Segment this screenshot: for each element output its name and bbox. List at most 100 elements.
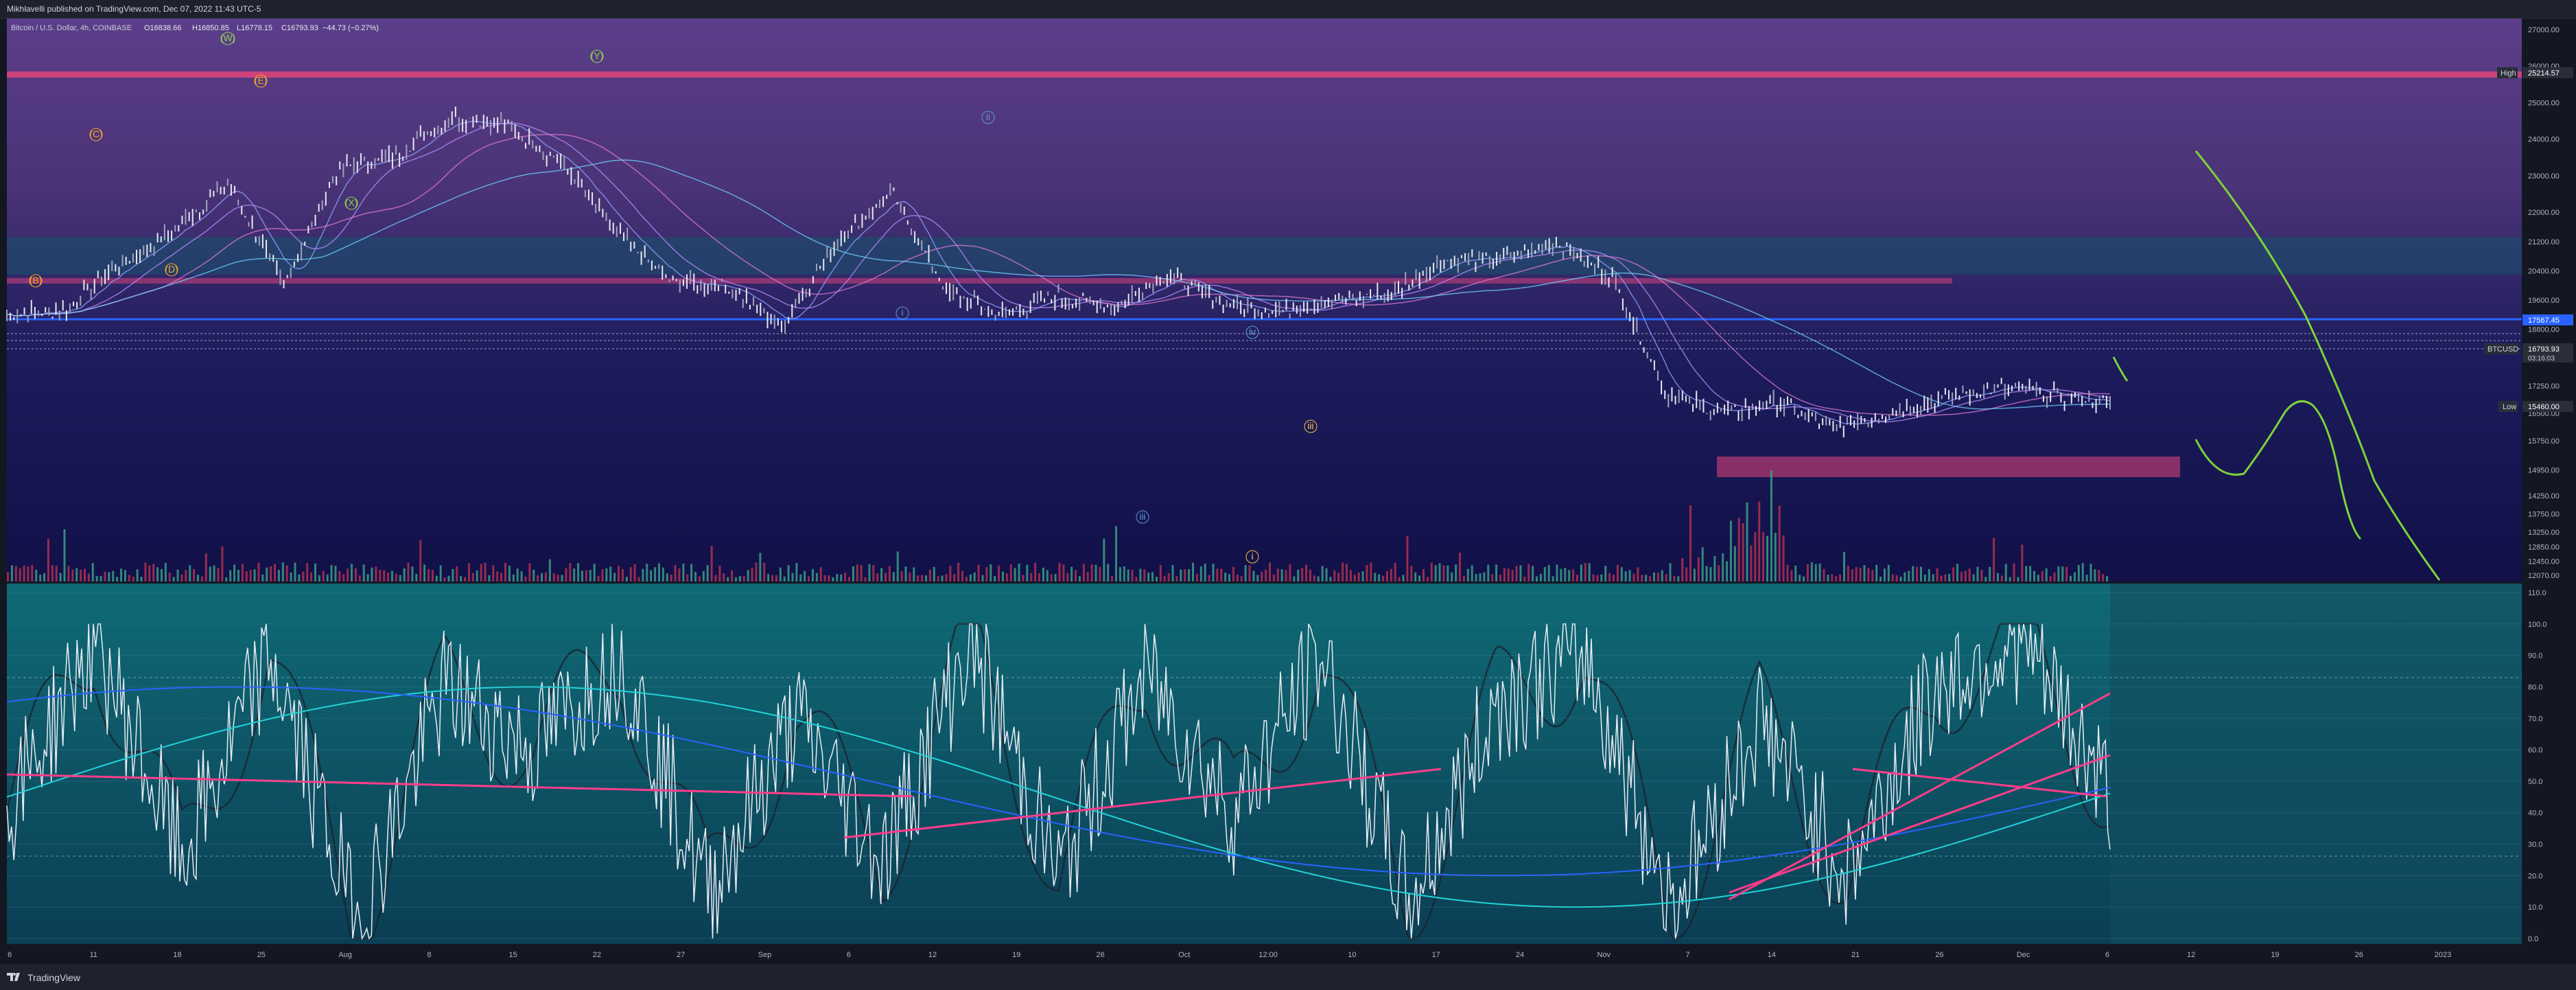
- volume-bar: [180, 574, 183, 582]
- volume-bar: [1624, 571, 1627, 582]
- volume-bar: [998, 565, 1000, 582]
- volume-bar: [1034, 562, 1037, 582]
- volume-bar: [860, 565, 863, 582]
- volume-bar: [994, 575, 996, 582]
- price-tick-label: 12850.00: [2528, 543, 2560, 551]
- volume-bar: [763, 562, 766, 582]
- volume-bar: [945, 574, 948, 582]
- volume-bar: [415, 573, 418, 582]
- wave-label: (D): [165, 264, 178, 275]
- volume-bar: [1908, 571, 1910, 582]
- volume-bar: [1382, 575, 1385, 582]
- volume-bar: [937, 576, 939, 582]
- price-tick-label: 20400.00: [2528, 267, 2560, 275]
- wave-label: i: [901, 307, 903, 318]
- time-tick-label: 6: [847, 951, 851, 959]
- volume-bar: [593, 564, 596, 582]
- volume-bar: [1342, 562, 1344, 582]
- volume-bar: [136, 569, 139, 582]
- volume-bar: [581, 571, 583, 582]
- osc-tick-label: 0.0: [2528, 935, 2538, 943]
- volume-bar: [176, 569, 179, 582]
- volume-bar: [1479, 573, 1482, 582]
- volume-bar: [532, 569, 535, 582]
- volume-bar: [148, 565, 151, 582]
- volume-bar: [524, 576, 527, 582]
- volume-bar: [1325, 568, 1328, 582]
- volume-bar: [1483, 572, 1486, 582]
- volume-bar: [1810, 562, 1813, 582]
- volume-bar: [1919, 566, 1922, 582]
- resistance-zone: [7, 71, 2522, 78]
- volume-bar: [1677, 576, 1680, 582]
- volume-bar: [1576, 575, 1578, 582]
- volume-bar: [1543, 566, 1546, 582]
- volume-bar: [985, 566, 988, 582]
- volume-bar: [528, 563, 531, 582]
- volume-bar: [1722, 553, 1724, 582]
- volume-bar: [650, 570, 653, 582]
- volume-bar: [637, 577, 640, 582]
- volume-bar: [1050, 574, 1053, 582]
- volume-bar: [1495, 564, 1498, 582]
- volume-bar: [924, 575, 927, 582]
- volume-bar: [1163, 575, 1166, 582]
- volume-bar: [1042, 567, 1044, 582]
- volume-bar: [1600, 574, 1603, 582]
- volume-bar: [492, 565, 495, 582]
- price-axis[interactable]: [2522, 19, 2576, 944]
- volume-bar: [1402, 575, 1405, 582]
- volume-bar: [298, 574, 301, 582]
- volume-bar: [197, 575, 200, 582]
- osc-tick-label: 50.0: [2528, 778, 2542, 786]
- volume-bar: [941, 575, 944, 582]
- volume-bar: [1256, 575, 1259, 582]
- volume-bar: [2017, 577, 2019, 582]
- volume-bar: [375, 566, 377, 582]
- volume-bar: [1269, 562, 1271, 582]
- volume-bar: [1030, 573, 1033, 582]
- volume-bar: [1119, 567, 1121, 582]
- volume-bar: [447, 575, 450, 582]
- volume-bar: [1265, 569, 1267, 582]
- volume-bar: [1131, 570, 1134, 582]
- volume-bar: [59, 573, 62, 582]
- volume-bar: [557, 574, 559, 582]
- volume-bar: [1608, 573, 1611, 582]
- volume-bar: [1916, 566, 1919, 582]
- volume-bar: [233, 564, 236, 582]
- volume-bar: [1309, 569, 1311, 582]
- volume-bar: [1960, 572, 1963, 582]
- volume-bar: [1665, 574, 1667, 582]
- volume-bar: [1952, 567, 1955, 582]
- volume-bar: [1904, 572, 1906, 582]
- volume-bar: [856, 564, 858, 582]
- volume-bar: [1996, 573, 1999, 582]
- volume-bar: [2013, 563, 2015, 582]
- chart[interactable]: (W)(Y)(E)(C)(X)(B)(D)iiiiiiiviiii Bitcoi…: [0, 0, 2576, 965]
- volume-bar: [1390, 568, 1392, 582]
- bottom-bar: TradingView: [0, 965, 2576, 990]
- volume-bar: [1782, 535, 1785, 582]
- volume-bar: [565, 568, 567, 582]
- volume-bar: [19, 568, 21, 582]
- volume-bar: [168, 573, 171, 582]
- volume-bar: [723, 573, 725, 582]
- volume-bar: [1491, 574, 1494, 582]
- volume-bar: [395, 573, 397, 582]
- volume-bar: [731, 570, 734, 582]
- volume-bar: [221, 546, 224, 582]
- volume-bar: [1536, 576, 1538, 582]
- volume-bar: [1426, 577, 1429, 582]
- volume-bar: [585, 570, 587, 582]
- volume-bar: [561, 575, 563, 582]
- volume-bar: [10, 565, 13, 582]
- volume-bar: [1366, 564, 1368, 582]
- volume-bar: [245, 571, 248, 582]
- wave-label: (X): [345, 197, 358, 208]
- volume-bar: [1928, 569, 1930, 582]
- volume-bar: [1280, 569, 1283, 582]
- volume-bar: [1107, 564, 1110, 582]
- volume-bar: [1835, 576, 1838, 582]
- osc-tick-label: 110.0: [2528, 589, 2546, 597]
